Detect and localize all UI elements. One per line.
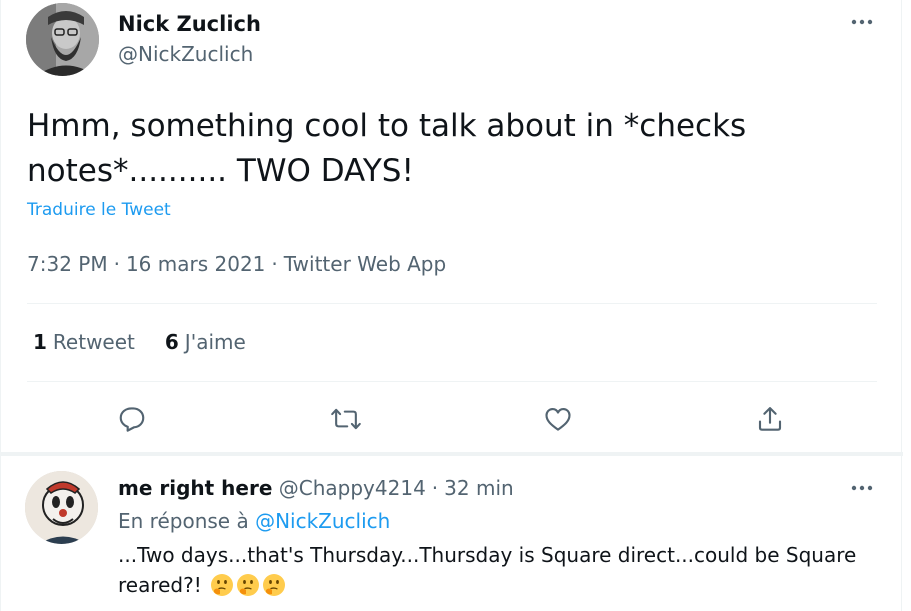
reply-avatar-image bbox=[25, 471, 98, 544]
more-icon bbox=[851, 485, 873, 491]
reply-time[interactable]: 32 min bbox=[444, 476, 514, 500]
reply-more-button[interactable] bbox=[847, 478, 877, 498]
likes-stat[interactable]: 6 J'aime bbox=[165, 330, 246, 354]
tweet-date[interactable]: 16 mars 2021 bbox=[126, 252, 265, 276]
meta-separator: · bbox=[271, 252, 278, 276]
tweet-time[interactable]: 7:32 PM bbox=[27, 252, 108, 276]
likes-label: J'aime bbox=[184, 330, 246, 354]
tweet-text: Hmm, something cool to talk about in *ch… bbox=[27, 108, 747, 189]
reply-author-handle[interactable]: @Chappy4214 bbox=[279, 476, 426, 500]
author-handle[interactable]: @NickZuclich bbox=[118, 42, 253, 66]
retweets-count: 1 bbox=[33, 330, 47, 354]
thread-separator bbox=[1, 452, 903, 456]
retweets-stat[interactable]: 1 Retweet bbox=[33, 330, 135, 354]
reply-button[interactable] bbox=[115, 402, 149, 436]
share-icon bbox=[758, 407, 782, 431]
reply-author-name[interactable]: me right here bbox=[118, 476, 272, 500]
reply-separator: · bbox=[431, 476, 439, 500]
author-avatar-image bbox=[26, 3, 99, 76]
tweet-meta: 7:32 PM · 16 mars 2021 · Twitter Web App bbox=[27, 252, 446, 276]
reply-icon bbox=[119, 407, 145, 432]
like-icon bbox=[545, 407, 571, 431]
author-avatar[interactable] bbox=[26, 3, 99, 76]
divider bbox=[27, 381, 877, 382]
translate-tweet-link[interactable]: Traduire le Tweet bbox=[27, 200, 171, 220]
reply-text-block: ...Two days...that's Thursday...Thursday… bbox=[118, 540, 858, 600]
likes-count: 6 bbox=[164, 330, 179, 354]
share-button[interactable] bbox=[753, 402, 787, 436]
reply-author-avatar[interactable] bbox=[25, 471, 98, 544]
retweets-label: Retweet bbox=[52, 330, 135, 354]
thinking-face-emoji bbox=[263, 574, 286, 596]
thinking-face-emoji bbox=[237, 574, 260, 596]
divider bbox=[27, 303, 877, 304]
tweet-more-button[interactable] bbox=[847, 12, 877, 32]
replying-to-label: En réponse à bbox=[118, 509, 249, 533]
tweet-detail-panel: Nick Zuclich @NickZuclich Hmm, something… bbox=[0, 0, 903, 611]
tweet-stats: 1 Retweet 6 J'aime bbox=[33, 330, 246, 354]
retweet-button[interactable] bbox=[329, 402, 363, 436]
thinking-face-emoji bbox=[211, 574, 234, 596]
retweet-icon bbox=[331, 408, 361, 430]
like-button[interactable] bbox=[541, 402, 575, 436]
reply-header: me right here @Chappy4214 · 32 min bbox=[118, 476, 514, 500]
tweet-source[interactable]: Twitter Web App bbox=[284, 252, 446, 276]
author-name[interactable]: Nick Zuclich bbox=[118, 12, 261, 36]
replying-to-mention[interactable]: @NickZuclich bbox=[255, 509, 390, 533]
more-icon bbox=[851, 19, 873, 25]
replying-to: En réponse à @NickZuclich bbox=[118, 509, 390, 533]
meta-separator: · bbox=[113, 252, 120, 276]
